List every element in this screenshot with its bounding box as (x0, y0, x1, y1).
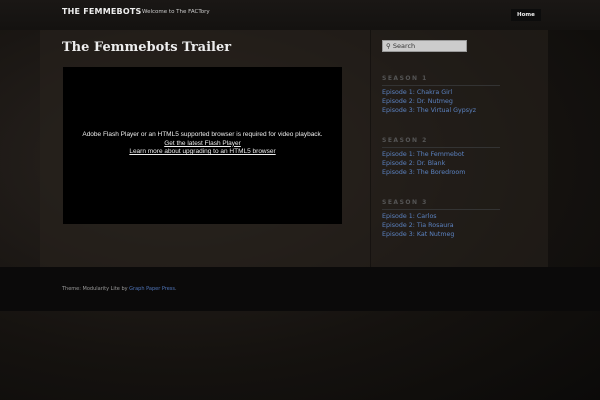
episode-link[interactable]: Episode 3: Kat Nutmeg (382, 230, 500, 239)
site-title[interactable]: THE FEMMEBOTS (62, 7, 141, 16)
episode-link[interactable]: Episode 1: The Femmebot (382, 150, 500, 159)
footer-suffix: . (175, 286, 177, 292)
season-3-widget: SEASON 3 Episode 1: Carlos Episode 2: Ti… (382, 199, 500, 239)
season-1-widget: SEASON 1 Episode 1: Chakra Girl Episode … (382, 75, 500, 115)
season-2-widget: SEASON 2 Episode 1: The Femmebot Episode… (382, 137, 500, 177)
episode-link[interactable]: Episode 2: Dr. Blank (382, 159, 500, 168)
nav-home[interactable]: Home (511, 9, 541, 21)
episode-link[interactable]: Episode 3: The Boredroom (382, 168, 500, 177)
theme-author-link[interactable]: Graph Paper Press (129, 286, 175, 292)
season-heading: SEASON 2 (382, 137, 500, 148)
episode-link[interactable]: Episode 3: The Virtual Gypsyz (382, 106, 500, 115)
season-heading: SEASON 3 (382, 199, 500, 210)
search-input[interactable]: ⚲ Search (382, 40, 467, 52)
episode-link[interactable]: Episode 2: Tia Rosaura (382, 221, 500, 230)
flash-link[interactable]: Get the latest Flash Player (63, 140, 342, 147)
html5-link[interactable]: Learn more about upgrading to an HTML5 b… (63, 148, 342, 155)
video-message: Adobe Flash Player or an HTML5 supported… (82, 131, 323, 138)
episode-link[interactable]: Episode 2: Dr. Nutmeg (382, 97, 500, 106)
footer-prefix: Theme: Modularity Lite by (62, 286, 130, 292)
search-placeholder: Search (392, 42, 416, 50)
footer-credit: Theme: Modularity Lite by Graph Paper Pr… (62, 286, 177, 292)
site-header: THE FEMMEBOTS Welcome to The FACTory Hom… (0, 0, 600, 30)
episode-link[interactable]: Episode 1: Chakra Girl (382, 88, 500, 97)
column-divider (370, 30, 371, 267)
video-player[interactable]: Adobe Flash Player or an HTML5 supported… (63, 67, 342, 224)
episode-link[interactable]: Episode 1: Carlos (382, 212, 500, 221)
page-title: The Femmebots Trailer (62, 40, 232, 55)
season-heading: SEASON 1 (382, 75, 500, 86)
site-tagline: Welcome to The FACTory (142, 9, 210, 15)
search-icon: ⚲ (386, 42, 391, 50)
